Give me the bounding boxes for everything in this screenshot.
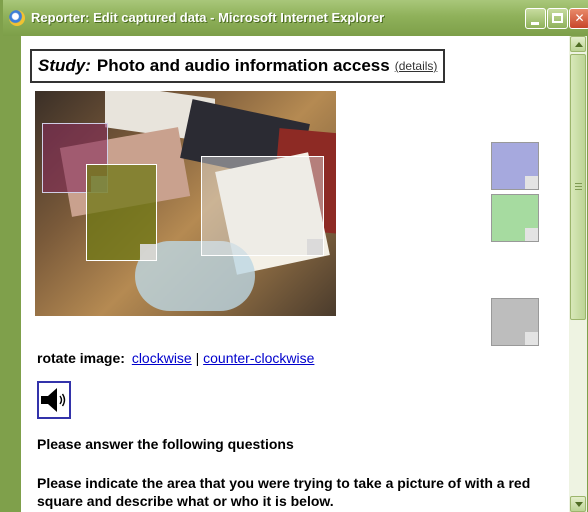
- vertical-scrollbar[interactable]: [569, 36, 587, 512]
- green-swatch[interactable]: [491, 194, 539, 242]
- details-link[interactable]: (details): [395, 59, 438, 73]
- scroll-thumb[interactable]: [570, 54, 586, 320]
- rotate-clockwise-link[interactable]: clockwise: [132, 350, 192, 366]
- close-icon: ✕: [574, 11, 585, 25]
- resize-handle[interactable]: [525, 332, 538, 345]
- details-container: (details): [395, 59, 438, 73]
- rotate-counter-clockwise-link[interactable]: counter-clockwise: [203, 350, 314, 366]
- audio-play-button[interactable]: [37, 381, 71, 419]
- resize-handle[interactable]: [525, 228, 538, 241]
- study-name: Photo and audio information access: [96, 56, 390, 75]
- questions-heading: Please answer the following questions: [37, 436, 294, 452]
- maximize-icon: [552, 13, 563, 23]
- grey-swatch[interactable]: [491, 298, 539, 346]
- green-region-overlay[interactable]: [86, 164, 157, 261]
- captured-photo[interactable]: [35, 91, 336, 316]
- blue-swatch[interactable]: [491, 142, 539, 190]
- maximize-button[interactable]: [547, 8, 568, 29]
- internet-explorer-icon: [9, 10, 25, 26]
- scroll-up-button[interactable]: [570, 36, 586, 52]
- question-text: Please indicate the area that you were t…: [37, 475, 531, 509]
- page-content: Study: Photo and audio information acces…: [21, 36, 569, 512]
- minimize-icon: [531, 22, 539, 25]
- study-header: Study: Photo and audio information acces…: [30, 49, 446, 83]
- title-bar[interactable]: Reporter: Edit captured data - Microsoft…: [3, 0, 588, 36]
- scroll-down-button[interactable]: [570, 496, 586, 512]
- grey-region-overlay[interactable]: [201, 156, 324, 256]
- resize-handle[interactable]: [525, 176, 538, 189]
- rotate-controls: rotate image: clockwise | counter-clockw…: [37, 350, 314, 366]
- rotate-separator: |: [195, 350, 200, 366]
- browser-window: Reporter: Edit captured data - Microsoft…: [0, 0, 588, 512]
- rotate-label: rotate image:: [37, 350, 125, 366]
- resize-handle[interactable]: [307, 239, 323, 255]
- speaker-icon: [41, 388, 66, 412]
- minimize-button[interactable]: [525, 8, 546, 29]
- resize-handle[interactable]: [140, 244, 156, 260]
- study-label: Study:: [38, 56, 91, 75]
- window-title: Reporter: Edit captured data - Microsoft…: [31, 10, 385, 25]
- close-button[interactable]: ✕: [569, 8, 588, 29]
